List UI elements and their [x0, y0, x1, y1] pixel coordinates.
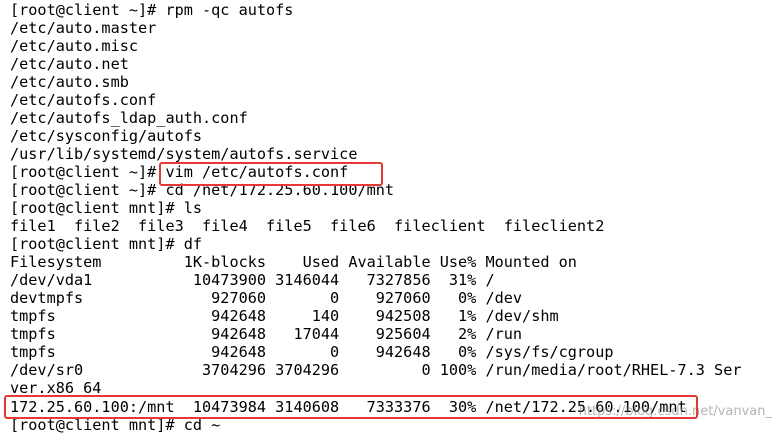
terminal-line: Filesystem 1K-blocks Used Available Use%…: [10, 253, 577, 271]
terminal-line: [root@client mnt]# ls: [10, 199, 203, 217]
terminal-line: /etc/auto.smb: [10, 73, 129, 91]
terminal-line: [root@client ~]# rpm -qc autofs: [10, 1, 294, 19]
terminal-line: /dev/vda1 10473900 3146044 7327856 31% /: [10, 271, 495, 289]
terminal-line: /usr/lib/systemd/system/autofs.service: [10, 145, 358, 163]
terminal-line: tmpfs 942648 0 942648 0% /sys/fs/cgroup: [10, 343, 614, 361]
vim-command-highlight-box: [159, 162, 383, 186]
terminal-line: /etc/auto.net: [10, 55, 129, 73]
terminal-line: /etc/auto.master: [10, 19, 157, 37]
terminal-line: /etc/auto.misc: [10, 37, 139, 55]
terminal-line: tmpfs 942648 17044 925604 2% /run: [10, 325, 523, 343]
terminal-line: /dev/sr0 3704296 3704296 0 100% /run/med…: [10, 361, 742, 379]
terminal-line: [root@client mnt]# df: [10, 235, 203, 253]
terminal-line: /etc/autofs.conf: [10, 91, 157, 109]
terminal-line: file1 file2 file3 file4 file5 file6 file…: [10, 217, 605, 235]
terminal-line: devtmpfs 927060 0 927060 0% /dev: [10, 289, 523, 307]
mount-row-highlight-box: [4, 395, 698, 419]
terminal-line: tmpfs 942648 140 942508 1% /dev/shm: [10, 307, 559, 325]
terminal-window[interactable]: [root@client ~]# rpm -qc autofs /etc/aut…: [0, 0, 780, 434]
terminal-line: /etc/sysconfig/autofs: [10, 127, 203, 145]
terminal-line: /etc/autofs_ldap_auth.conf: [10, 109, 248, 127]
